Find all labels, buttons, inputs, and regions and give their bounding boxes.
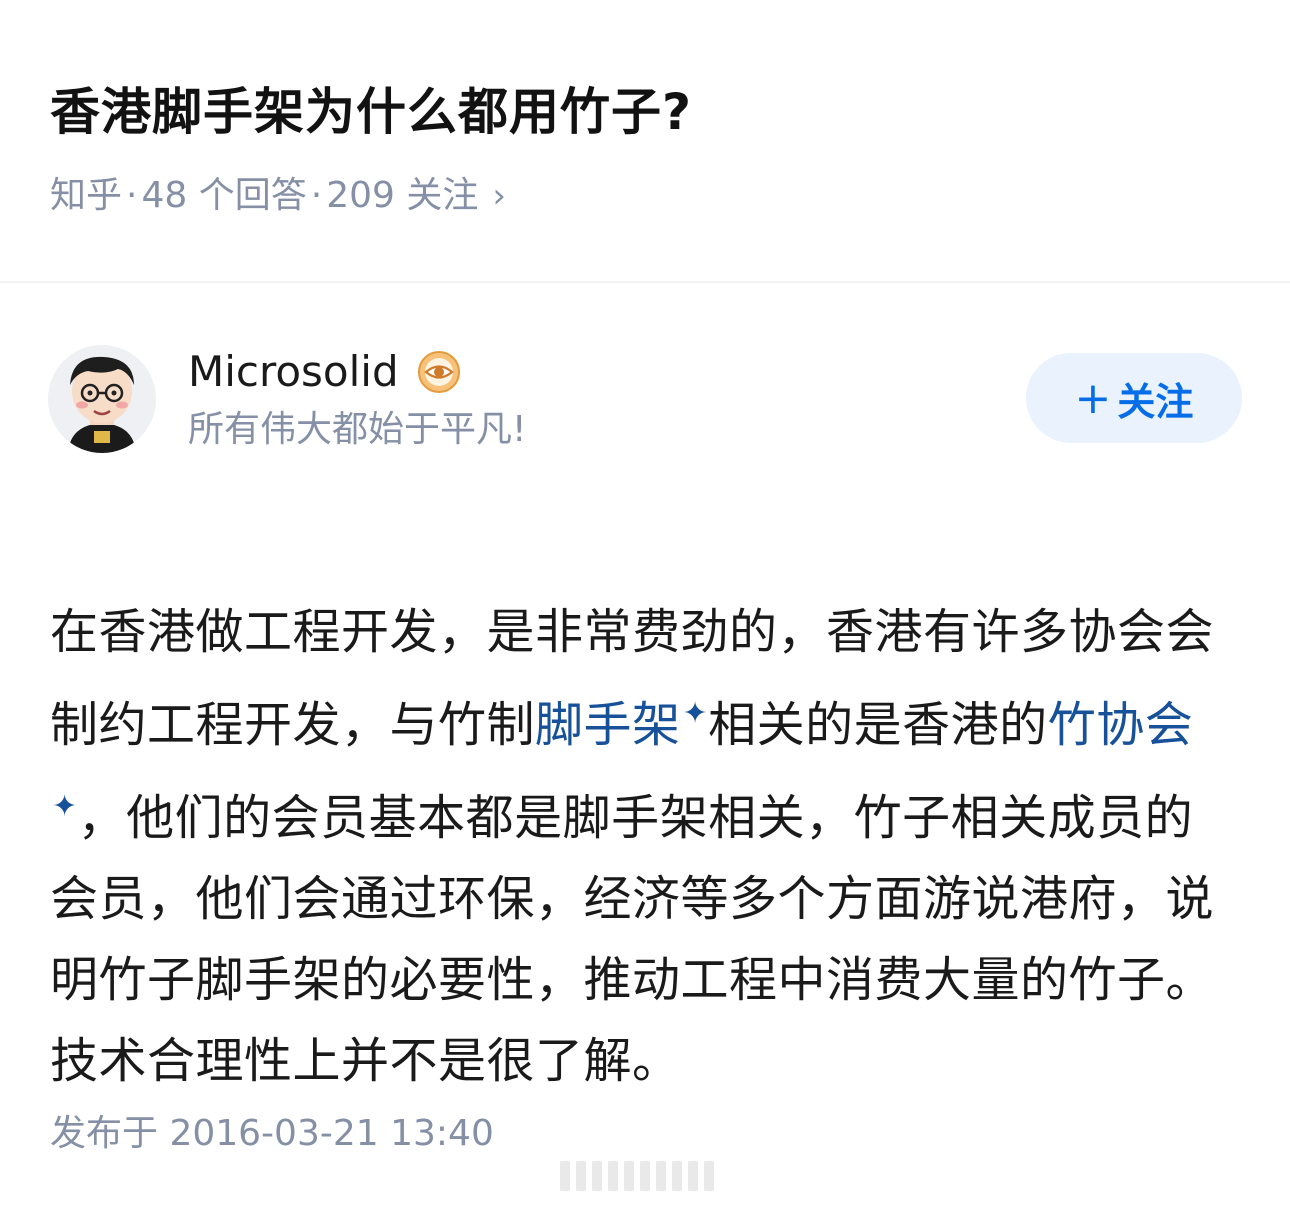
section-divider — [0, 281, 1290, 283]
sparkle-icon: ✦ — [682, 696, 709, 731]
avatar-cartoon-man-icon — [48, 345, 156, 453]
eye-badge-icon[interactable] — [417, 350, 461, 394]
watermark — [560, 1158, 740, 1194]
meta-separator: · — [126, 175, 138, 216]
author-bio: 所有伟大都始于平凡! — [188, 409, 527, 450]
keyword-link-text: 脚手架 — [535, 697, 681, 753]
meta-separator: · — [310, 175, 323, 216]
question-title[interactable]: 香港脚手架为什么都用竹子? — [50, 78, 1240, 146]
follow-button[interactable]: + 关注 — [1026, 353, 1242, 443]
keyword-link-text: 竹协会 — [1047, 697, 1194, 753]
question-header: 香港脚手架为什么都用竹子? 知乎 · 48 个回答 · 209 关注 › — [50, 78, 1240, 216]
followers-count: 209 关注 — [326, 175, 479, 216]
answer-text: ，他们的会员基本都是脚手架相关，竹子相关成员的会员，他们会通过环保，经济等多个方… — [50, 790, 1215, 1089]
publish-time: 发布于 2016-03-21 13:40 — [50, 1113, 494, 1154]
answers-count: 48 个回答 — [141, 175, 307, 216]
plus-icon: + — [1074, 372, 1112, 424]
author-name[interactable]: Microsolid — [188, 345, 461, 399]
sparkle-icon: ✦ — [52, 789, 78, 824]
answer-body: 在香港做工程开发，是非常费劲的，香港有许多协会会制约工程开发，与竹制脚手架✦相关… — [50, 592, 1230, 1102]
keyword-link-scaffold[interactable]: 脚手架✦ — [535, 696, 709, 753]
author-name-text: Microsolid — [188, 347, 399, 396]
author-row: Microsolid 所有伟大都始于平凡! + 关注 — [48, 345, 1242, 455]
source-label: 知乎 — [50, 175, 123, 216]
answer-paragraph: 在香港做工程开发，是非常费劲的，香港有许多协会会制约工程开发，与竹制脚手架✦相关… — [50, 592, 1230, 1102]
avatar[interactable] — [48, 345, 156, 453]
follow-button-label: 关注 — [1117, 379, 1194, 424]
answer-text: 相关的是香港的 — [708, 697, 1048, 753]
question-meta[interactable]: 知乎 · 48 个回答 · 209 关注 › — [50, 174, 506, 218]
chevron-right-icon: › — [492, 176, 506, 216]
